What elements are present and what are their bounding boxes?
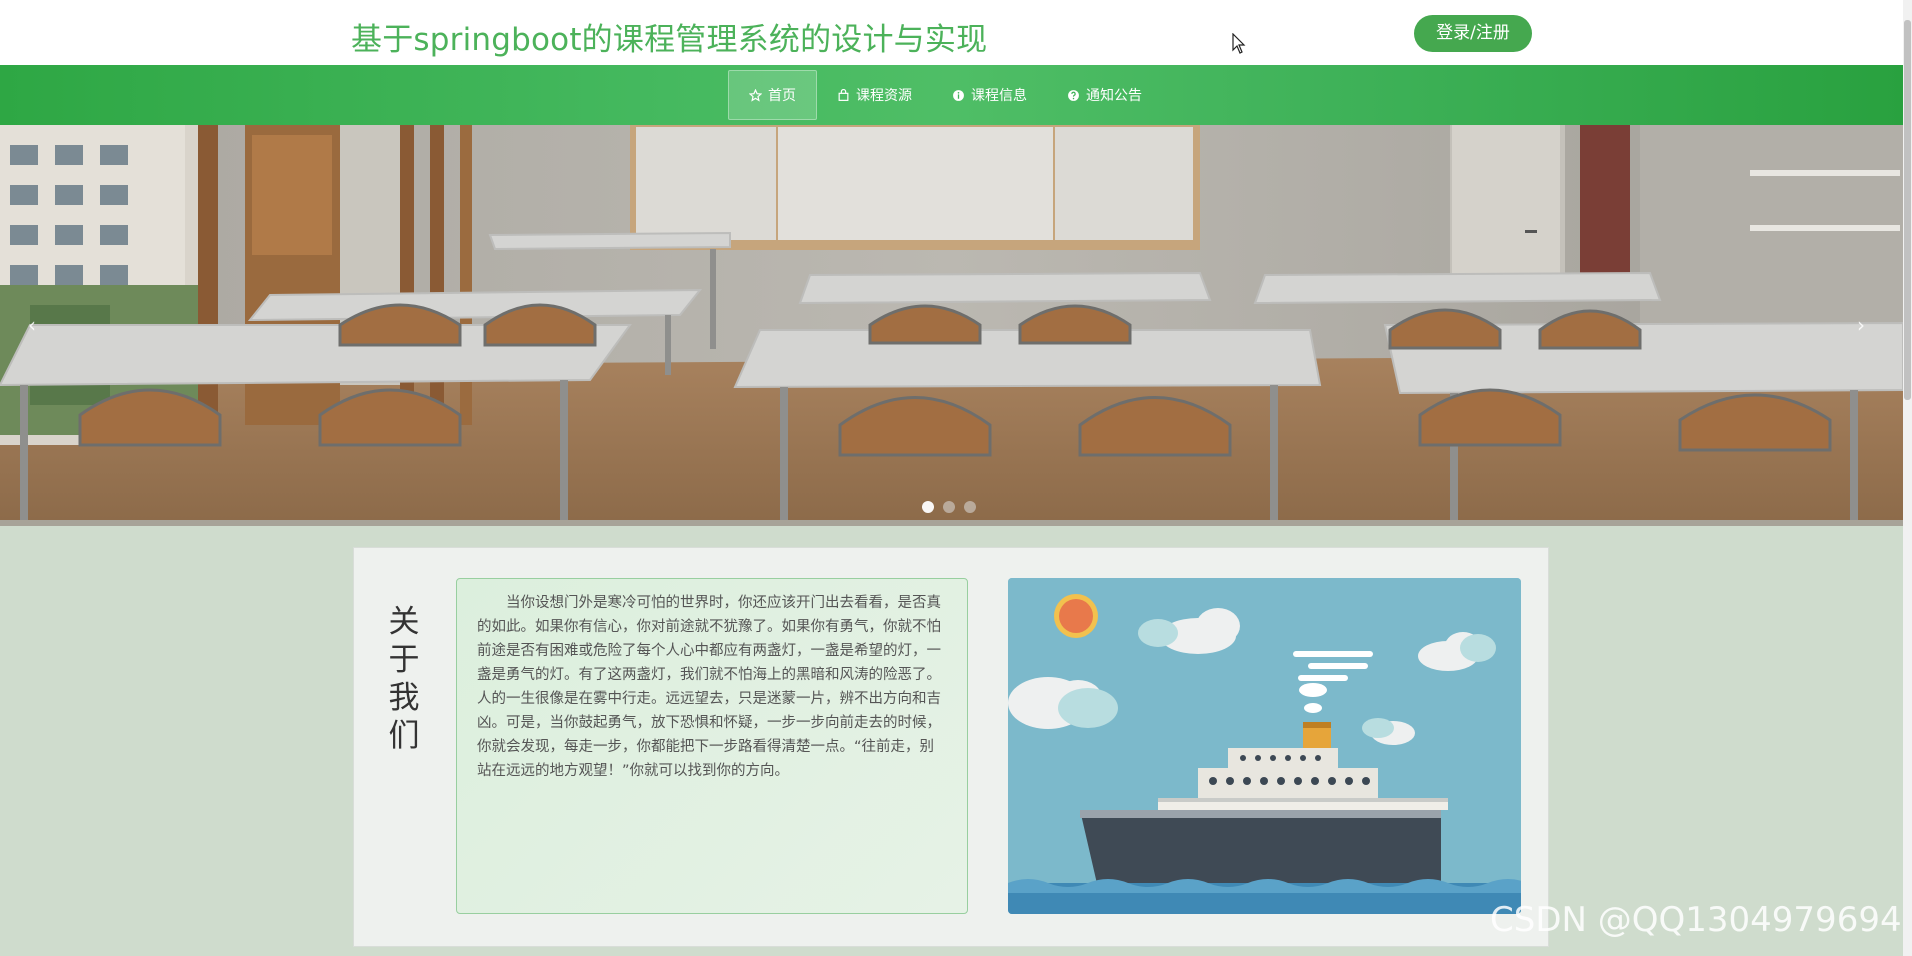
star-icon — [749, 88, 762, 102]
login-register-button[interactable]: 登录/注册 — [1414, 15, 1532, 52]
ship-illustration — [1008, 578, 1521, 914]
about-title-char: 们 — [388, 718, 420, 754]
nav-item-course-info[interactable]: 课程信息 — [932, 70, 1047, 120]
about-title-char: 于 — [388, 642, 420, 678]
about-title: 关 于 我 们 — [384, 603, 424, 755]
about-title-char: 我 — [388, 680, 420, 716]
carousel-next-arrow[interactable]: › — [1857, 313, 1865, 337]
about-text-box: 当你设想门外是寒冷可怕的世界时，你还应该开门出去看看，是否真的如此。如果你有信心… — [456, 578, 968, 914]
nav-label: 通知公告 — [1086, 88, 1142, 104]
question-circle-icon — [1068, 89, 1079, 101]
nav-label: 课程信息 — [971, 88, 1027, 104]
classroom-photo — [0, 125, 1903, 526]
info-circle-icon — [953, 89, 964, 101]
nav-item-announcements[interactable]: 通知公告 — [1047, 70, 1162, 120]
carousel-dot-2[interactable] — [943, 501, 955, 513]
about-section: 关 于 我 们 当你设想门外是寒冷可怕的世界时，你还应该开门出去看看，是否真的如… — [353, 547, 1549, 947]
scrollbar-thumb[interactable] — [1904, 20, 1911, 400]
site-title: 基于springboot的课程管理系统的设计与实现 — [351, 22, 988, 58]
page-scrollbar[interactable] — [1903, 0, 1912, 956]
nav-label: 课程资源 — [856, 88, 912, 104]
header: 基于springboot的课程管理系统的设计与实现 登录/注册 — [0, 0, 1903, 65]
main-nav: 首页 课程资源 课程信息 通知公告 — [0, 65, 1903, 125]
about-text: 当你设想门外是寒冷可怕的世界时，你还应该开门出去看看，是否真的如此。如果你有信心… — [477, 595, 941, 779]
nav-item-course-resources[interactable]: 课程资源 — [817, 70, 932, 120]
mouse-cursor-icon — [1232, 33, 1246, 54]
carousel-dot-3[interactable] — [964, 501, 976, 513]
nav-item-home[interactable]: 首页 — [728, 70, 817, 120]
banner-carousel: ‹ › — [0, 125, 1903, 526]
nav-label: 首页 — [768, 88, 796, 104]
carousel-dot-1[interactable] — [922, 501, 934, 513]
carousel-indicators — [922, 501, 976, 513]
csdn-watermark: CSDN @QQ1304979694 — [1490, 900, 1902, 940]
carousel-prev-arrow[interactable]: ‹ — [28, 313, 36, 337]
about-title-char: 关 — [388, 604, 420, 640]
bag-icon — [838, 88, 849, 101]
